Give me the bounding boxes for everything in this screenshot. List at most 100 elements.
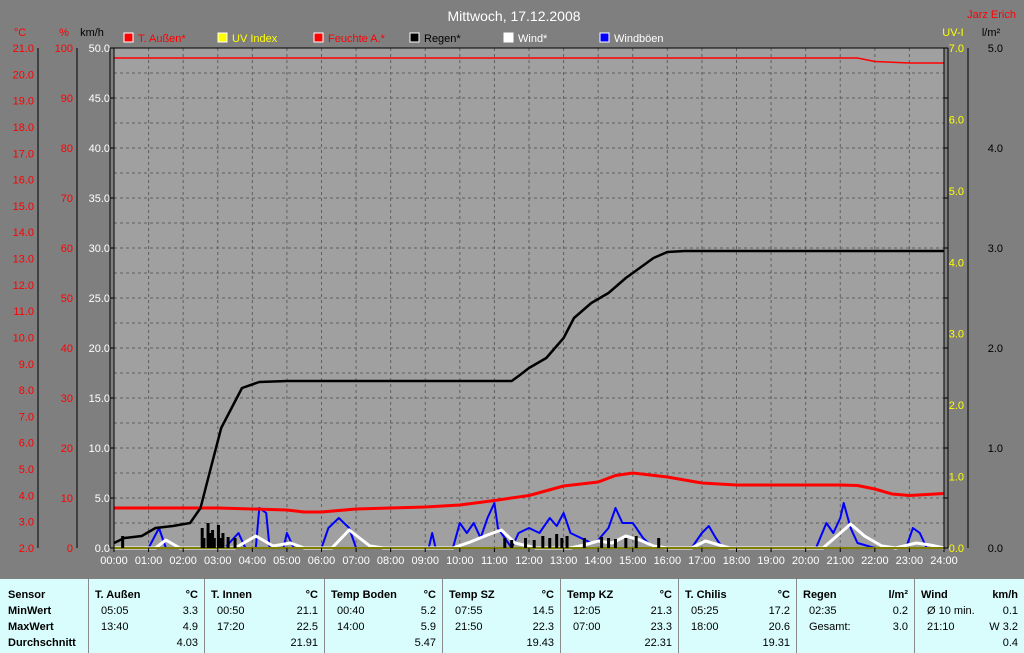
axis-tick-label: 5.0 <box>95 493 110 505</box>
rain-bar <box>532 540 536 548</box>
stats-label-min: MinWert <box>8 605 52 617</box>
rain-bar <box>657 538 661 548</box>
axis-tick-label: 20 <box>61 443 73 455</box>
stats-max-value: 4.9 <box>182 621 198 633</box>
stats-section-unit: °C <box>777 589 790 601</box>
axis-tick-label: 100 <box>55 43 73 55</box>
axis-tick-label: 3.0 <box>19 517 34 529</box>
legend-swatch <box>217 32 228 43</box>
axis-tick-label: 7.0 <box>19 411 34 423</box>
stats-max-value: 22.5 <box>296 621 318 633</box>
rain-bar <box>503 538 507 548</box>
stats-min-value: 21.3 <box>650 605 672 617</box>
legend-label: Windböen <box>614 33 664 45</box>
legend: T. Außen* UV Index Feuchte A.* Regen* Wind* W… <box>123 32 664 45</box>
rain-bar <box>600 537 604 548</box>
stats-section-unit: °C <box>659 589 672 601</box>
axis-tick-label: 11.0 <box>13 306 34 318</box>
axis-tick-label: 20.0 <box>13 69 34 81</box>
legend-label: UV Index <box>232 33 278 45</box>
axis-tick-label: 18.0 <box>13 122 34 134</box>
axis-tick-label: 10.0 <box>13 332 34 344</box>
axis-tick-label: 14.0 <box>13 227 34 239</box>
axis-tick-label: 5.0 <box>949 186 964 198</box>
axis-tick-label: 21.0 <box>13 43 34 55</box>
time-tick-label: 19:00 <box>757 555 785 567</box>
stats-avg-value: 5.47 <box>414 637 436 649</box>
stats-max-time: 17:20 <box>217 621 245 633</box>
stats-min-time: 02:35 <box>809 605 837 617</box>
rain-bar <box>226 537 230 548</box>
stats-max-time: 07:00 <box>573 621 601 633</box>
axis-tick-label: 15.0 <box>89 393 110 405</box>
legend-label: Feuchte A.* <box>328 33 386 45</box>
time-tick-label: 16:00 <box>654 555 682 567</box>
time-tick-label: 07:00 <box>342 555 370 567</box>
stats-section: Regen l/m² 02:35 0.2 Gesamt: 3.0 <box>797 579 915 653</box>
axis-tick-label: 2.0 <box>949 400 964 412</box>
rain-bar <box>555 534 559 548</box>
rain-bar <box>634 536 638 548</box>
weather-chart-page: { "header": {"title": "Mittwoch, 17.12.2… <box>0 0 1024 653</box>
rain-bar <box>221 533 225 548</box>
stats-min-time: 05:05 <box>101 605 129 617</box>
rain-bar <box>565 536 569 548</box>
stats-section-name: Regen <box>803 589 837 601</box>
stats-max-time: 21:10 <box>927 621 955 633</box>
axis-tick-label: 50 <box>61 293 73 305</box>
axis-tick-label: 50.0 <box>89 43 110 55</box>
statistics-panel: Sensor MinWert MaxWert Durchschnitt T. Außen… <box>0 579 1024 653</box>
stats-avg-value: 4.03 <box>176 637 198 649</box>
time-tick-label: 04:00 <box>239 555 267 567</box>
stats-min-value: 0.1 <box>1002 605 1018 617</box>
axis-unit-label: l/m² <box>982 27 1001 39</box>
stats-section-name: T. Außen <box>95 589 141 601</box>
stats-label-avg: Durchschnitt <box>8 637 76 649</box>
stats-max-value: 3.0 <box>892 621 908 633</box>
time-tick-label: 21:00 <box>826 555 854 567</box>
axis-tick-label: 80 <box>61 143 73 155</box>
stats-max-value: 5.9 <box>420 621 436 633</box>
stats-min-value: 17.2 <box>768 605 790 617</box>
legend-swatch <box>599 32 610 43</box>
axis-tick-label: 4.0 <box>949 257 964 269</box>
legend-swatch <box>409 32 420 43</box>
stats-max-value: 23.3 <box>650 621 672 633</box>
stats-max-value: 22.3 <box>532 621 554 633</box>
legend-swatch <box>123 32 134 43</box>
stats-max-value: W 3.2 <box>989 621 1018 633</box>
legend-label: T. Außen* <box>138 33 186 45</box>
time-tick-label: 23:00 <box>896 555 924 567</box>
time-tick-label: 15:00 <box>619 555 647 567</box>
rain-bar <box>233 538 237 548</box>
axis-tick-label: 60 <box>61 243 73 255</box>
stats-min-time: 05:25 <box>691 605 719 617</box>
stats-section-unit: km/h <box>992 589 1018 601</box>
stats-section: T. Innen °C 00:50 21.1 17:20 22.5 21.91 <box>205 579 325 653</box>
stats-section-unit: l/m² <box>888 589 908 601</box>
axis-tick-label: 4.0 <box>988 143 1003 155</box>
stats-section-unit: °C <box>541 589 554 601</box>
author-label: Jarz Erich <box>967 9 1016 21</box>
rain-bar <box>121 536 125 548</box>
axis-tick-label: 7.0 <box>949 43 964 55</box>
time-tick-label: 12:00 <box>515 555 543 567</box>
stats-avg-value: 19.31 <box>762 637 790 649</box>
stats-section-name: Temp KZ <box>567 589 614 601</box>
axis-tick-label: 70 <box>61 193 73 205</box>
time-tick-label: 00:00 <box>100 555 128 567</box>
time-tick-label: 22:00 <box>861 555 889 567</box>
stats-min-value: 21.1 <box>296 605 318 617</box>
rain-bar <box>212 538 216 548</box>
axis-tick-label: 0.0 <box>95 543 110 555</box>
axis-tick-label: 25.0 <box>89 293 110 305</box>
stats-min-value: 14.5 <box>532 605 554 617</box>
legend-swatch <box>503 32 514 43</box>
time-tick-label: 18:00 <box>723 555 751 567</box>
axis-tick-label: 1.0 <box>949 472 964 484</box>
stats-section-unit: °C <box>185 589 198 601</box>
axis-tick-label: 20.0 <box>89 343 110 355</box>
axis-tick-label: 6.0 <box>949 114 964 126</box>
time-tick-label: 13:00 <box>550 555 578 567</box>
stats-avg-value: 19.43 <box>526 637 554 649</box>
